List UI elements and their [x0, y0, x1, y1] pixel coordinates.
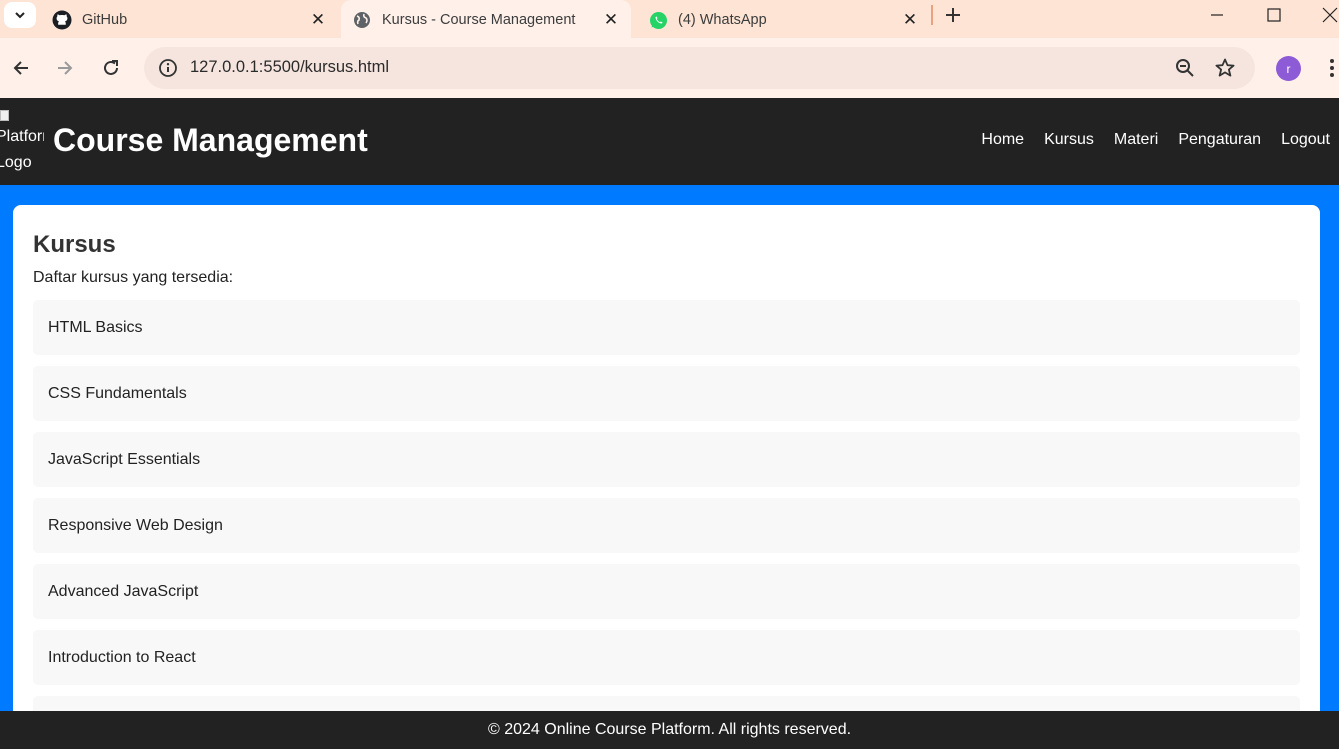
nav-materi[interactable]: Materi	[1114, 131, 1158, 149]
chevron-down-icon	[15, 12, 25, 19]
reload-button[interactable]	[98, 55, 124, 81]
nav-pengaturan[interactable]: Pengaturan	[1178, 131, 1261, 149]
browser-tabstrip: GitHub ✕ Kursus - Course Management ✕ (4…	[0, 0, 1339, 40]
github-icon	[52, 10, 72, 30]
course-item-introduction-to-react[interactable]: Introduction to React	[33, 630, 1300, 685]
new-tab-button[interactable]	[942, 4, 964, 26]
menu-dot	[1330, 66, 1334, 70]
platform-logo: Platform Logo	[0, 108, 44, 174]
plus-icon	[946, 8, 960, 22]
tab-search-button[interactable]	[4, 2, 36, 28]
footer-text: © 2024 Online Course Platform. All right…	[487, 721, 852, 738]
arrow-right-icon	[58, 61, 73, 75]
tab-github[interactable]: GitHub ✕	[52, 0, 328, 40]
close-tab-icon[interactable]: ✕	[900, 10, 920, 30]
site-title: Course Management	[53, 122, 368, 158]
close-tab-icon[interactable]: ✕	[601, 10, 621, 30]
page-viewport: Platform Logo Course Management Home Kur…	[0, 98, 1339, 749]
info-icon[interactable]	[158, 58, 178, 78]
menu-dot	[1330, 59, 1334, 63]
site-footer: © 2024 Online Course Platform. All right…	[0, 711, 1339, 749]
minimize-icon	[1211, 14, 1223, 16]
course-list: HTML Basics CSS Fundamentals JavaScript …	[33, 300, 1300, 749]
course-item-html-basics[interactable]: HTML Basics	[33, 300, 1300, 355]
globe-icon	[352, 10, 372, 30]
reload-icon	[104, 60, 118, 75]
tab-title: GitHub	[82, 12, 128, 28]
tab-title: Kursus - Course Management	[382, 12, 576, 28]
tab-whatsapp[interactable]: (4) WhatsApp ✕	[648, 0, 920, 40]
browser-menu-button[interactable]	[1324, 56, 1339, 80]
url-text[interactable]: 127.0.0.1:5500/kursus.html	[190, 58, 389, 77]
close-icon	[1322, 7, 1338, 23]
tab-title: (4) WhatsApp	[678, 12, 767, 28]
course-item-javascript-essentials[interactable]: JavaScript Essentials	[33, 432, 1300, 487]
nav-logout[interactable]: Logout	[1281, 131, 1330, 149]
tab-separator	[931, 5, 933, 25]
browser-toolbar: 127.0.0.1:5500/kursus.html r	[0, 38, 1339, 98]
logo-alt-text: Platform Logo	[0, 128, 44, 171]
forward-button[interactable]	[52, 55, 78, 81]
site-header: Platform Logo Course Management Home Kur…	[0, 98, 1339, 185]
address-bar[interactable]: 127.0.0.1:5500/kursus.html	[144, 47, 1255, 89]
course-item-css-fundamentals[interactable]: CSS Fundamentals	[33, 366, 1300, 421]
broken-image-icon	[0, 110, 9, 121]
whatsapp-icon	[648, 10, 668, 30]
page-heading: Kursus	[33, 231, 116, 258]
nav-kursus[interactable]: Kursus	[1044, 131, 1094, 149]
nav-home[interactable]: Home	[981, 131, 1024, 149]
menu-dot	[1330, 73, 1334, 77]
course-item-advanced-javascript[interactable]: Advanced JavaScript	[33, 564, 1300, 619]
maximize-button[interactable]	[1263, 4, 1285, 26]
back-button[interactable]	[8, 55, 34, 81]
bookmark-star-icon[interactable]	[1214, 57, 1236, 79]
arrow-left-icon	[13, 61, 28, 75]
tab-kursus[interactable]: Kursus - Course Management ✕	[341, 0, 631, 40]
course-item-responsive-web-design[interactable]: Responsive Web Design	[33, 498, 1300, 553]
maximize-icon	[1267, 8, 1281, 22]
profile-avatar[interactable]: r	[1276, 56, 1301, 81]
window-close-button[interactable]	[1319, 4, 1339, 26]
main-nav: Home Kursus Materi Pengaturan Logout	[981, 131, 1330, 149]
minimize-button[interactable]	[1206, 4, 1228, 26]
close-tab-icon[interactable]: ✕	[308, 10, 328, 30]
zoom-icon[interactable]	[1174, 57, 1196, 79]
page-subtitle: Daftar kursus yang tersedia:	[33, 269, 234, 286]
courses-card: Kursus Daftar kursus yang tersedia: HTML…	[13, 205, 1320, 749]
